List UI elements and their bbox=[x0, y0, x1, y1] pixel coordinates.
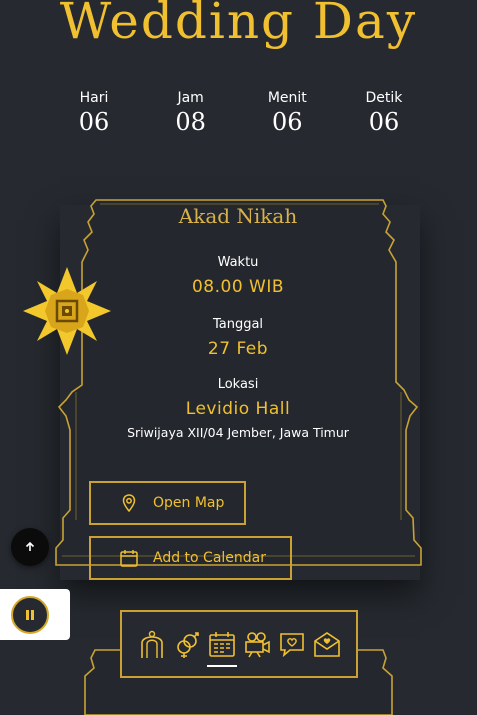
calendar-icon bbox=[119, 548, 139, 568]
video-camera-icon bbox=[244, 632, 270, 658]
date-label: Tanggal bbox=[212, 317, 264, 332]
time-value: 08.00 WIB bbox=[191, 277, 285, 297]
music-pause-button[interactable] bbox=[11, 596, 49, 634]
calendar-icon bbox=[208, 632, 235, 657]
wedding-arch-icon bbox=[140, 630, 163, 658]
gender-rings-icon bbox=[176, 632, 199, 658]
countdown-label: Jam bbox=[177, 90, 204, 106]
event-title: Akad Nikah bbox=[178, 204, 298, 228]
chat-hearts-icon bbox=[279, 633, 304, 658]
countdown-value: 06 bbox=[78, 108, 110, 136]
time-label: Waktu bbox=[217, 255, 259, 270]
nav-item-gallery[interactable] bbox=[242, 627, 272, 661]
nav-item-gift[interactable] bbox=[312, 627, 342, 661]
location-address: Sriwijaya XII/04 Jember, Jawa Timur bbox=[127, 425, 349, 440]
bottom-navbar bbox=[120, 610, 358, 678]
nav-item-bride-groom[interactable] bbox=[172, 627, 202, 661]
nav-item-couple[interactable] bbox=[137, 627, 167, 661]
add-to-calendar-label: Add to Calendar bbox=[153, 550, 267, 566]
nav-item-event[interactable] bbox=[206, 627, 237, 667]
page-title: Wedding Day bbox=[59, 0, 418, 50]
countdown-label: Hari bbox=[79, 90, 109, 106]
countdown-minutes: Menit 06 bbox=[239, 90, 335, 136]
countdown: Hari 06 Jam 08 Menit 06 Detik 06 bbox=[46, 90, 432, 136]
arrow-up-icon bbox=[25, 541, 35, 551]
map-pin-icon bbox=[119, 493, 139, 513]
pause-icon bbox=[26, 610, 34, 620]
location-label: Lokasi bbox=[217, 377, 259, 392]
countdown-value: 06 bbox=[368, 108, 400, 136]
nav-item-wishes[interactable] bbox=[277, 627, 307, 661]
scroll-to-top-button[interactable] bbox=[11, 528, 49, 566]
countdown-label: Detik bbox=[365, 90, 403, 106]
music-panel bbox=[0, 589, 70, 640]
countdown-value: 08 bbox=[175, 108, 206, 136]
open-map-button[interactable]: Open Map bbox=[89, 481, 246, 525]
add-to-calendar-button[interactable]: Add to Calendar bbox=[89, 536, 292, 580]
date-value: 27 Feb bbox=[207, 339, 269, 359]
countdown-value: 06 bbox=[272, 108, 303, 136]
countdown-label: Menit bbox=[267, 90, 307, 106]
open-map-label: Open Map bbox=[153, 495, 225, 511]
location-name: Levidio Hall bbox=[185, 399, 291, 419]
countdown-days: Hari 06 bbox=[46, 90, 142, 136]
countdown-seconds: Detik 06 bbox=[336, 90, 432, 136]
love-letter-icon bbox=[313, 632, 340, 657]
countdown-hours: Jam 08 bbox=[143, 90, 239, 136]
